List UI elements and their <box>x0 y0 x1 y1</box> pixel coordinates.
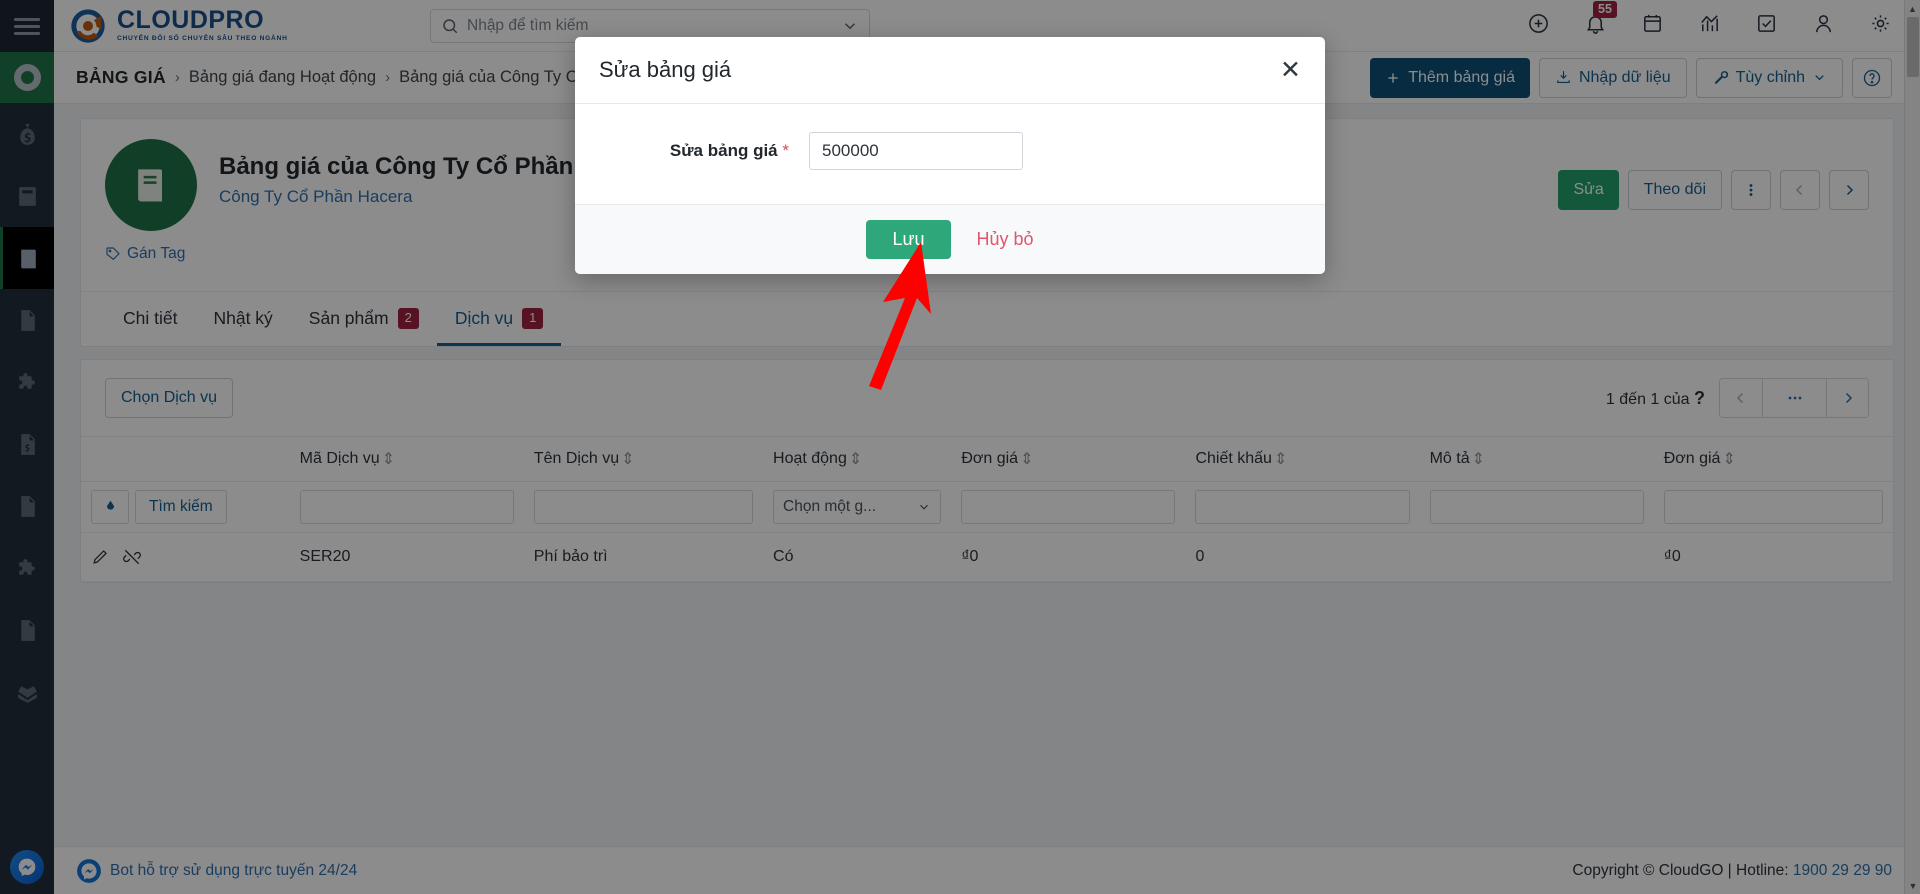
modal-title: Sửa bảng giá <box>599 57 732 82</box>
required-mark: * <box>782 141 789 160</box>
modal-field-label: Sửa bảng giá * <box>599 141 809 161</box>
close-icon[interactable]: ✕ <box>1280 57 1301 83</box>
modal-field-label-text: Sửa bảng giá <box>669 141 778 160</box>
modal-footer: Lưu Hủy bỏ <box>575 204 1325 274</box>
edit-pricebook-modal: Sửa bảng giá ✕ Sửa bảng giá * 500000 Lưu… <box>575 37 1325 274</box>
modal-header: Sửa bảng giá ✕ <box>575 37 1325 104</box>
modal-body: Sửa bảng giá * 500000 <box>575 104 1325 204</box>
price-input[interactable]: 500000 <box>809 132 1023 170</box>
save-button[interactable]: Lưu <box>866 220 951 259</box>
cancel-button[interactable]: Hủy bỏ <box>977 229 1034 250</box>
